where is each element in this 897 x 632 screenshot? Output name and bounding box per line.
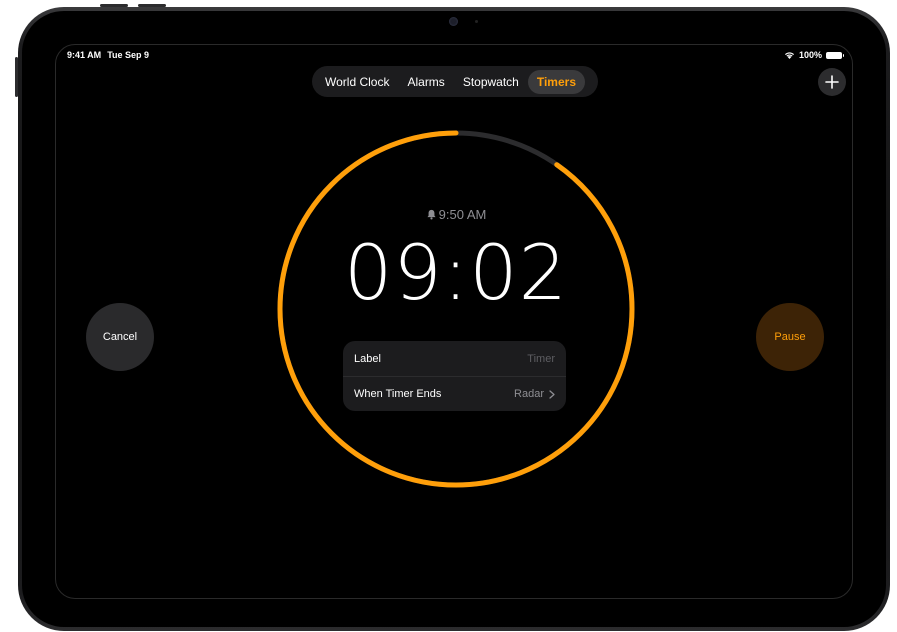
when-timer-ends-row[interactable]: When Timer Ends Radar [343,376,566,411]
cancel-button[interactable]: Cancel [86,303,154,371]
side-button [15,57,18,97]
status-bar-right: 100% [784,50,844,60]
battery-percent: 100% [798,50,822,60]
front-camera [449,17,458,26]
countdown-display: 09:02 [343,228,569,317]
label-row[interactable]: Label Timer [343,341,566,376]
alarm-end-time: 9:50 AM [356,207,556,222]
volume-button [138,4,166,7]
top-button [100,4,128,7]
timer-settings-panel: Label Timer When Timer Ends Radar [343,341,566,411]
ambient-sensor [475,20,478,23]
add-timer-button[interactable] [818,68,846,96]
when-timer-ends-value-group: Radar [514,388,555,400]
when-timer-ends-value: Radar [514,388,544,400]
wifi-icon [784,52,794,59]
tab-alarms[interactable]: Alarms [398,70,453,94]
tab-world-clock[interactable]: World Clock [316,70,398,94]
status-date: Tue Sep 9 [107,50,150,60]
chevron-right-icon [549,389,555,399]
screen: 9:41 AM Tue Sep 9 100% World Clock Alarms… [55,44,853,599]
battery-icon [826,51,844,59]
pause-button[interactable]: Pause [756,303,824,371]
status-time: 9:41 AM [67,50,102,60]
plus-icon [825,75,839,89]
when-timer-ends-title: When Timer Ends [354,388,442,400]
tab-bar: World Clock Alarms Stopwatch Timers [312,66,598,97]
tab-stopwatch[interactable]: Stopwatch [454,70,528,94]
status-bar-left: 9:41 AM Tue Sep 9 [67,50,155,60]
tab-timers[interactable]: Timers [527,69,585,94]
label-row-title: Label [354,352,381,365]
alarm-time-text: 9:50 AM [438,207,487,222]
bell-icon [427,209,436,220]
label-row-value: Timer [527,352,555,365]
